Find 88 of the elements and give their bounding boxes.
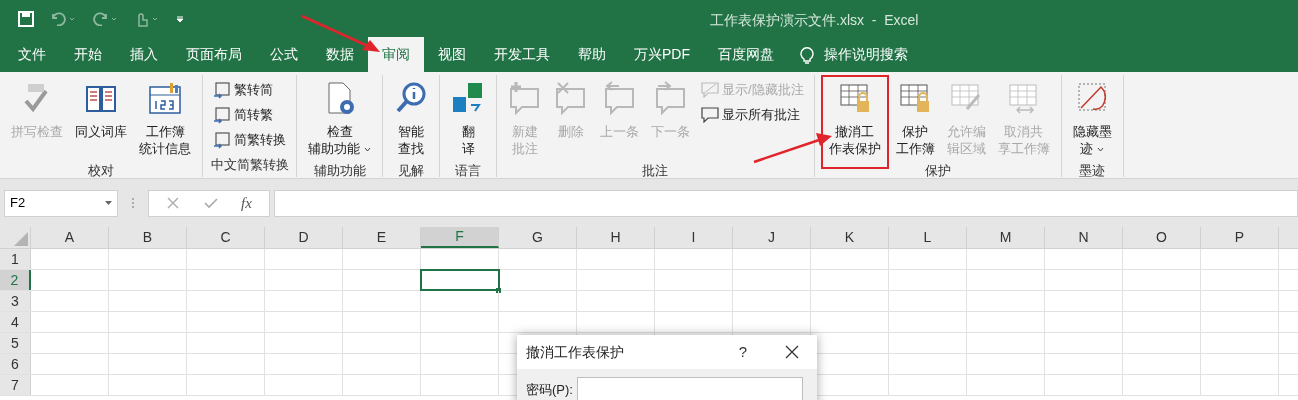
convert-icon	[213, 130, 231, 149]
row-header[interactable]: 6	[0, 354, 31, 374]
undo-icon[interactable]	[50, 11, 76, 26]
formula-field[interactable]	[274, 189, 1298, 217]
column-header[interactable]: F	[421, 227, 499, 248]
row-header[interactable]: 1	[0, 249, 31, 269]
column-header[interactable]: N	[1045, 227, 1123, 248]
ribbon-button[interactable]: 撤消工 作表保护	[820, 75, 889, 169]
column-header[interactable]: O	[1123, 227, 1201, 248]
column-header[interactable]: A	[31, 227, 109, 248]
ribbon-small-button[interactable]: 繁转简	[213, 77, 286, 102]
tell-me-search[interactable]: 操作说明搜索	[788, 37, 908, 72]
comment-icon	[554, 81, 588, 115]
ribbon-button[interactable]: 智能 查找	[389, 75, 433, 161]
column-header[interactable]: G	[499, 227, 577, 248]
ribbon-small-button[interactable]: 简转繁	[213, 102, 286, 127]
redo-icon[interactable]	[92, 11, 118, 26]
row-header[interactable]: 3	[0, 291, 31, 311]
ribbon-tab[interactable]: 开发工具	[480, 37, 564, 72]
customize-icon[interactable]	[176, 14, 184, 23]
column-header[interactable]: H	[577, 227, 655, 248]
ribbon-button[interactable]: 同义词库	[70, 75, 132, 161]
ribbon-tab[interactable]: 数据	[312, 37, 368, 72]
ribbon-button[interactable]: 翻 译	[446, 75, 490, 161]
window-title: 工作表保护演示文件.xlsx - Excel	[710, 11, 919, 30]
ribbon-small-button[interactable]: 简繁转换	[213, 127, 286, 152]
ribbon-tab[interactable]: 开始	[60, 37, 116, 72]
triangle-icon	[14, 232, 28, 246]
row-header[interactable]: 7	[0, 375, 31, 395]
ribbon-tab[interactable]: 万兴PDF	[620, 37, 704, 72]
lightbulb-icon	[800, 44, 814, 65]
insert-function-button[interactable]: fx	[240, 191, 252, 215]
group-label: 保护	[924, 162, 951, 180]
row-header[interactable]: 4	[0, 312, 31, 332]
dialog-title: 撤消工作表保护	[526, 342, 624, 362]
group-label: 校对	[88, 162, 114, 180]
ribbon-tab[interactable]: 帮助	[564, 37, 620, 72]
ribbon-tab[interactable]: 页面布局	[172, 37, 256, 72]
close-icon[interactable]	[785, 345, 799, 359]
ribbon-tab[interactable]: 文件	[4, 37, 60, 72]
column-header[interactable]: C	[187, 227, 265, 248]
ribbon-tab[interactable]: 审阅	[368, 37, 424, 72]
column-header[interactable]: M	[967, 227, 1045, 248]
check-icon[interactable]	[202, 196, 219, 210]
convert-icon	[213, 105, 231, 124]
column-header[interactable]: P	[1201, 227, 1279, 248]
cancel-icon[interactable]	[166, 196, 181, 210]
column-header[interactable]: K	[811, 227, 889, 248]
dropdown-icon	[105, 201, 112, 205]
ribbon-small-button[interactable]: 显示所有批注	[701, 102, 804, 127]
comment-icon	[701, 106, 719, 123]
comment-icon	[602, 81, 637, 115]
ribbon-button[interactable]: 隐藏墨 迹	[1067, 75, 1117, 161]
group-label: 见解	[398, 162, 424, 180]
save-icon[interactable]	[18, 10, 34, 27]
convert-icon	[213, 80, 231, 99]
active-cell[interactable]	[421, 270, 499, 290]
row-header[interactable]: 5	[0, 333, 31, 353]
sheet-lock-icon	[837, 81, 872, 115]
column-header[interactable]: I	[655, 227, 733, 248]
search-icon	[394, 81, 428, 115]
ribbon-tab[interactable]: 百度网盘	[704, 37, 788, 72]
group-label: 语言	[455, 162, 481, 180]
stats-icon	[148, 81, 182, 115]
comment-icon	[701, 81, 719, 98]
group-label: 墨迹	[1079, 162, 1106, 180]
name-box[interactable]: F2	[4, 189, 118, 217]
row-header[interactable]: 2	[0, 270, 31, 290]
comment-icon	[653, 81, 688, 115]
help-button[interactable]: ?	[738, 340, 747, 364]
password-label: 密码(P):	[526, 381, 573, 400]
group-label: 批注	[642, 162, 669, 180]
caret-icon	[364, 147, 371, 153]
comment-icon	[508, 81, 542, 115]
column-header[interactable]: D	[265, 227, 343, 248]
ribbon-tab[interactable]: 插入	[116, 37, 172, 72]
group-label: 辅助功能	[313, 162, 366, 180]
column-header[interactable]: L	[889, 227, 967, 248]
ribbon-button[interactable]: 工作簿 统计信息	[134, 75, 196, 161]
column-header[interactable]: J	[733, 227, 811, 248]
column-header[interactable]: B	[109, 227, 187, 248]
ribbon-button[interactable]: 检查 辅助功能	[303, 75, 376, 161]
group-label: 中文简繁转换	[210, 155, 289, 174]
caret-icon	[1097, 147, 1105, 153]
password-field[interactable]	[576, 377, 803, 400]
ribbon-tab[interactable]: 视图	[424, 37, 480, 72]
ribbon-button[interactable]: 保护 工作簿	[890, 75, 940, 161]
ribbon-tab[interactable]: 公式	[256, 37, 312, 72]
